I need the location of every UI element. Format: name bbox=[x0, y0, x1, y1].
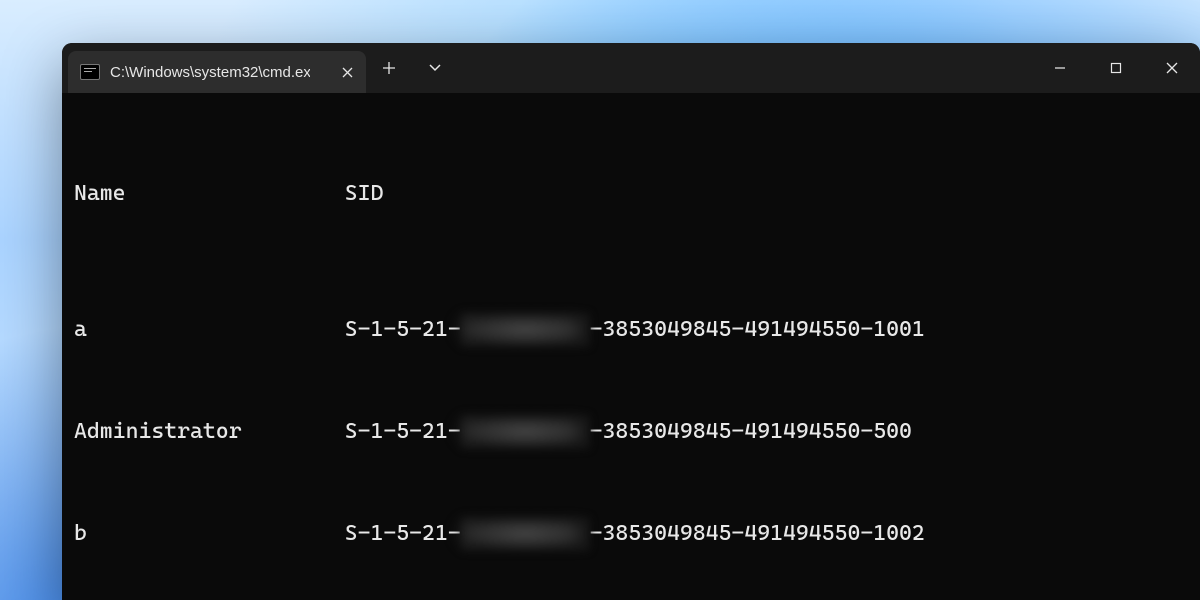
close-window-button[interactable] bbox=[1144, 43, 1200, 93]
tab-strip: C:\Windows\system32\cmd.ex bbox=[62, 43, 366, 93]
terminal-window: C:\Windows\system32\cmd.ex bbox=[62, 43, 1200, 600]
tab-close-button[interactable] bbox=[338, 63, 356, 81]
desktop-background: C:\Windows\system32\cmd.ex bbox=[0, 0, 1200, 600]
titlebar-drag-region[interactable] bbox=[458, 43, 1032, 93]
redacted-segment: XXXXXXXXX bbox=[461, 415, 590, 449]
table-row: AdministratorS-1-5-21-XXXXXXXXX-38530498… bbox=[74, 415, 1188, 449]
terminal-output[interactable]: NameSID aS-1-5-21-XXXXXXXXX-3853049845-4… bbox=[62, 93, 1200, 600]
header-sid: SID bbox=[345, 177, 384, 211]
maximize-button[interactable] bbox=[1088, 43, 1144, 93]
new-tab-button[interactable] bbox=[366, 43, 412, 93]
header-name: Name bbox=[74, 177, 345, 211]
redacted-segment: XXXXXXXXX bbox=[461, 313, 590, 347]
table-row: aS-1-5-21-XXXXXXXXX-3853049845-491494550… bbox=[74, 313, 1188, 347]
title-bar: C:\Windows\system32\cmd.ex bbox=[62, 43, 1200, 93]
header-row: NameSID bbox=[74, 177, 1188, 211]
table-row: bS-1-5-21-XXXXXXXXX-3853049845-491494550… bbox=[74, 517, 1188, 551]
cmd-icon bbox=[80, 64, 100, 80]
tab-actions bbox=[366, 43, 458, 93]
redacted-segment: XXXXXXXXX bbox=[461, 517, 590, 551]
tab-title: C:\Windows\system32\cmd.ex bbox=[110, 64, 310, 81]
minimize-button[interactable] bbox=[1032, 43, 1088, 93]
tab-menu-dropdown[interactable] bbox=[412, 43, 458, 93]
tab-cmd[interactable]: C:\Windows\system32\cmd.ex bbox=[68, 51, 366, 93]
